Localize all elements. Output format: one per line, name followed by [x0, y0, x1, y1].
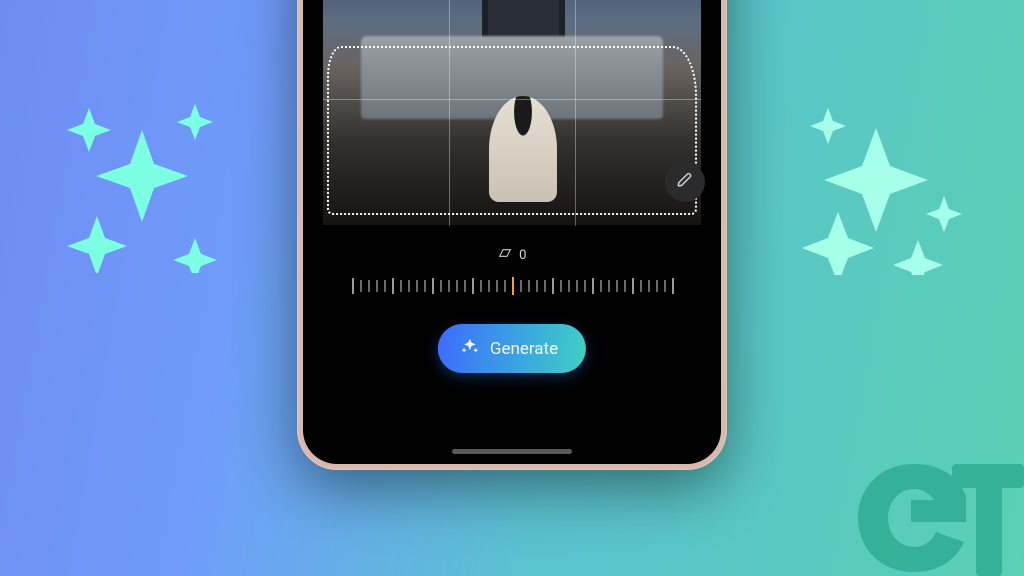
- photo-canvas[interactable]: [323, 0, 701, 226]
- edit-selection-button[interactable]: [665, 162, 705, 202]
- watermark-logo: [854, 456, 1024, 576]
- ruler-tick: [352, 278, 354, 294]
- ruler-tick: [560, 280, 562, 292]
- ruler-tick: [584, 280, 586, 292]
- ruler-tick: [552, 278, 554, 294]
- device-screen: 0 Generate: [303, 0, 721, 464]
- ruler-tick: [520, 280, 522, 292]
- sparkle-icon: [460, 336, 480, 361]
- perspective-icon: [497, 246, 513, 264]
- ruler-tick: [544, 280, 546, 292]
- device-frame: 0 Generate: [297, 0, 727, 470]
- ruler-tick: [592, 278, 594, 294]
- home-indicator: [452, 449, 572, 454]
- ruler-tick: [480, 280, 482, 292]
- ruler-tick: [376, 280, 378, 292]
- ruler-tick: [568, 280, 570, 292]
- ruler-tick: [536, 280, 538, 292]
- angle-ruler[interactable]: [352, 274, 672, 300]
- ruler-tick: [528, 280, 530, 292]
- ruler-tick: [632, 278, 634, 294]
- ruler-tick: [624, 280, 626, 292]
- ruler-tick: [400, 280, 402, 292]
- ruler-tick: [384, 280, 386, 292]
- decorative-sparkle-right: [798, 100, 968, 275]
- angle-readout: 0: [497, 246, 527, 264]
- ruler-tick: [456, 280, 458, 292]
- ruler-tick: [608, 280, 610, 292]
- ruler-tick: [504, 280, 506, 292]
- generate-button-label: Generate: [490, 339, 558, 359]
- app-promo-stage: 0 Generate: [0, 0, 1024, 576]
- ruler-tick: [672, 278, 674, 294]
- photo-content: [323, 0, 701, 226]
- ruler-tick: [368, 280, 370, 292]
- grid-line: [449, 0, 450, 226]
- ruler-tick: [440, 280, 442, 292]
- ruler-tick: [432, 278, 434, 294]
- ruler-tick: [392, 278, 394, 294]
- ruler-tick: [616, 280, 618, 292]
- ruler-tick: [448, 280, 450, 292]
- ruler-tick: [496, 280, 498, 292]
- ruler-tick: [576, 280, 578, 292]
- ruler-tick: [488, 280, 490, 292]
- angle-value: 0: [519, 248, 527, 263]
- ruler-tick: [416, 280, 418, 292]
- ruler-tick: [648, 280, 650, 292]
- ruler-tick: [424, 280, 426, 292]
- ruler-tick: [656, 280, 658, 292]
- decorative-sparkle-left: [57, 98, 227, 273]
- pencil-icon: [676, 171, 694, 193]
- grid-line: [323, 99, 701, 100]
- photo-person: [489, 96, 557, 202]
- ruler-tick: [512, 277, 514, 295]
- angle-controls: 0: [303, 246, 721, 300]
- grid-line: [575, 0, 576, 226]
- ruler-tick: [664, 280, 666, 292]
- ruler-tick: [640, 280, 642, 292]
- ruler-tick: [360, 280, 362, 292]
- ruler-tick: [408, 280, 410, 292]
- generate-button[interactable]: Generate: [438, 324, 586, 373]
- ruler-tick: [464, 280, 466, 292]
- ruler-tick: [600, 280, 602, 292]
- ruler-tick: [472, 278, 474, 294]
